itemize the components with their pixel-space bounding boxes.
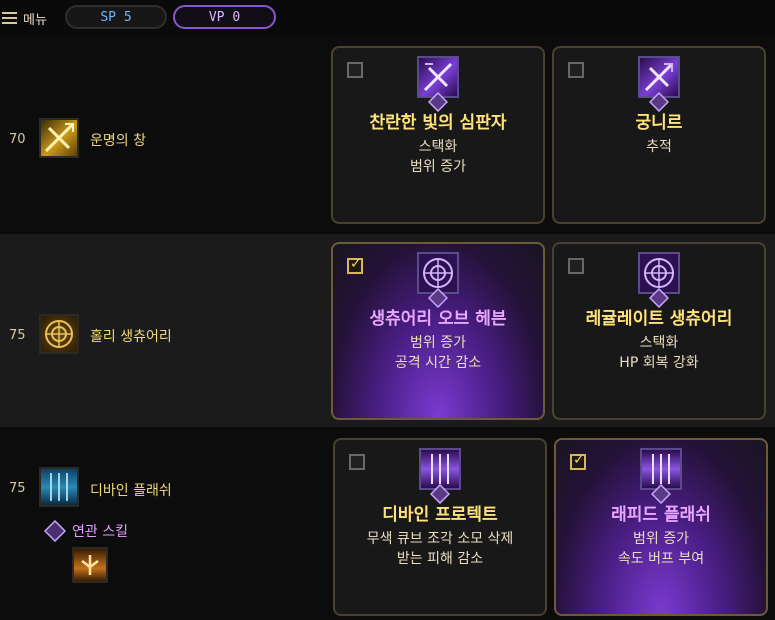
option-card[interactable]: 찬란한 빛의 심판자 스택화 범위 증가 xyxy=(331,46,545,224)
option-title: 생츄어리 오브 헤븐 xyxy=(369,309,507,329)
related-skill-toggle[interactable]: 연관 스킬 xyxy=(44,520,128,542)
skill-name: 디바인 플래쉬 xyxy=(90,483,172,499)
related-skill-label: 연관 스킬 xyxy=(72,524,128,540)
option-title: 디바인 프로텍트 xyxy=(382,505,498,525)
option-checkbox[interactable] xyxy=(568,62,584,78)
top-bar: 메뉴 SP 5 VP 0 xyxy=(0,0,775,36)
skill-name: 운명의 창 xyxy=(90,133,146,149)
option-desc: 스택화 xyxy=(418,139,458,155)
option-title: 궁니르 xyxy=(635,113,683,133)
spear-of-destiny-icon[interactable] xyxy=(39,118,79,158)
option-card[interactable]: 궁니르 추적 xyxy=(552,46,766,224)
option-desc: 범위 증가 xyxy=(410,159,466,175)
skill-row-3: 75 디바인 플래쉬 연관 스킬 디바인 프로텍트 무색 큐브 조각 소모 삭제… xyxy=(0,430,775,620)
checkmark-icon: ✓ xyxy=(350,256,362,272)
option-checkbox[interactable] xyxy=(568,258,584,274)
option-desc: 범위 증가 xyxy=(410,335,466,351)
option-card[interactable]: ✓ 생츄어리 오브 헤븐 범위 증가 공격 시간 감소 xyxy=(331,242,545,420)
holy-sanctuary-icon[interactable] xyxy=(39,314,79,354)
option-desc: 스택화 xyxy=(639,335,679,351)
option-desc: 추적 xyxy=(646,139,672,155)
option-card[interactable]: 디바인 프로텍트 무색 큐브 조각 소모 삭제 받는 피해 감소 xyxy=(333,438,547,616)
option-desc: 무색 큐브 조각 소모 삭제 xyxy=(366,531,514,547)
skill-row-1: 70 운명의 창 찬란한 빛의 심판자 스택화 범위 증가 궁니르 추적 xyxy=(0,38,775,231)
related-skill-badge-icon xyxy=(44,520,66,542)
option-checkbox[interactable]: ✓ xyxy=(347,256,363,274)
option-desc: 속도 버프 부여 xyxy=(617,551,705,567)
option-title: 래피드 플래쉬 xyxy=(611,505,711,525)
divine-flash-icon[interactable] xyxy=(39,467,79,507)
option-desc: HP 회복 강화 xyxy=(619,355,699,371)
option-checkbox[interactable]: ✓ xyxy=(570,452,586,470)
menu-label: 메뉴 xyxy=(23,12,47,28)
option-checkbox[interactable] xyxy=(349,454,365,470)
sp-counter: SP 5 xyxy=(65,5,167,29)
level-label: 75 xyxy=(9,328,26,343)
option-desc: 받는 피해 감소 xyxy=(396,551,484,567)
option-title: 레귤레이트 생츄어리 xyxy=(585,309,733,329)
option-desc: 범위 증가 xyxy=(633,531,689,547)
option-checkbox[interactable] xyxy=(347,62,363,78)
option-card[interactable]: ✓ 래피드 플래쉬 범위 증가 속도 버프 부여 xyxy=(554,438,768,616)
option-desc: 공격 시간 감소 xyxy=(394,355,482,371)
level-label: 70 xyxy=(9,132,26,147)
level-label: 75 xyxy=(9,481,26,496)
related-skill-icon[interactable] xyxy=(72,547,108,583)
vp-counter: VP 0 xyxy=(173,5,276,29)
skill-name: 홀리 생츄어리 xyxy=(90,329,172,345)
checkmark-icon: ✓ xyxy=(573,452,585,468)
option-card[interactable]: 레귤레이트 생츄어리 스택화 HP 회복 강화 xyxy=(552,242,766,420)
menu-button[interactable]: 메뉴 xyxy=(2,7,47,29)
option-title: 찬란한 빛의 심판자 xyxy=(369,113,507,133)
hamburger-icon xyxy=(2,12,17,24)
skill-row-2: 75 홀리 생츄어리 ✓ 생츄어리 오브 헤븐 범위 증가 공격 시간 감소 레… xyxy=(0,234,775,427)
